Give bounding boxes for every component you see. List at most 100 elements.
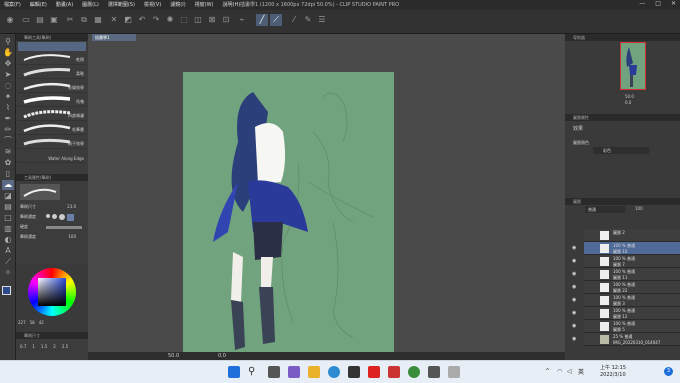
- ruler-tool-icon[interactable]: ⟋: [2, 257, 14, 267]
- drawing-canvas[interactable]: [183, 72, 394, 355]
- maximize-button[interactable]: □: [655, 0, 661, 7]
- wifi-icon[interactable]: ◠: [557, 368, 562, 375]
- youtube-icon[interactable]: [368, 366, 380, 378]
- redo-icon[interactable]: ↷: [150, 14, 162, 26]
- brush-item[interactable]: 四處噴灑: [18, 107, 86, 121]
- clock-time[interactable]: 上午 12:15: [600, 364, 626, 371]
- deselect-icon[interactable]: ⊠: [206, 14, 218, 26]
- edge-icon[interactable]: [328, 366, 340, 378]
- shape-option[interactable]: [52, 214, 57, 219]
- menu-layer[interactable]: 圖層(L): [82, 1, 99, 8]
- layer-item[interactable]: ◉ 100 % 普通 圖層 5: [572, 320, 680, 333]
- hardness-slider[interactable]: [46, 226, 82, 229]
- layer-item[interactable]: ◉ 100 % 普通 圖層 11: [572, 268, 680, 281]
- menu-help[interactable]: 說明(H): [223, 1, 241, 8]
- menu-window[interactable]: 視窗(W): [195, 1, 214, 8]
- clock-date[interactable]: 2022/3/10: [600, 372, 626, 378]
- menu-filter[interactable]: 濾鏡(I): [170, 1, 185, 8]
- grid-icon[interactable]: ☰: [316, 14, 328, 26]
- brush-item[interactable]: Water Along Edge: [18, 149, 86, 163]
- eye-icon[interactable]: ◉: [572, 323, 576, 329]
- prop-row-hardness[interactable]: 硬度: [20, 224, 86, 232]
- eye-icon[interactable]: ◉: [572, 258, 576, 264]
- zoom-readout[interactable]: 50.0: [168, 353, 179, 359]
- eye-icon[interactable]: ◉: [572, 310, 576, 316]
- menu-select[interactable]: 選擇範圍(S): [108, 1, 135, 8]
- shape-option[interactable]: [46, 214, 50, 218]
- eye-icon[interactable]: ◉: [572, 284, 576, 290]
- eye-icon[interactable]: ◉: [572, 297, 576, 303]
- pen-pressure-icon[interactable]: ✎: [302, 14, 314, 26]
- fill-tool-icon[interactable]: ◪: [2, 191, 14, 201]
- close-button[interactable]: ✕: [671, 0, 676, 7]
- gradient-tool-icon[interactable]: ▤: [2, 202, 14, 212]
- notification-badge[interactable]: 3: [664, 367, 673, 376]
- prop-value[interactable]: 23.0: [67, 204, 76, 209]
- ime-indicator[interactable]: 英: [578, 367, 584, 376]
- layer-item[interactable]: ◉ 100 % 普通 圖層 12: [572, 307, 680, 320]
- widgets-icon[interactable]: [288, 366, 300, 378]
- frame-tool-icon[interactable]: ▥: [2, 224, 14, 234]
- brush-item[interactable]: 乾燥效果: [18, 79, 86, 93]
- eye-icon[interactable]: ◉: [572, 271, 576, 277]
- brush-item[interactable]: 咕嚕: [18, 93, 86, 107]
- sub-tool-tab-selected[interactable]: [18, 42, 86, 51]
- balloon-tool-icon[interactable]: ◐: [2, 235, 14, 245]
- new-icon[interactable]: ▭: [20, 14, 32, 26]
- shape-option-selected[interactable]: [67, 214, 74, 221]
- menu-file[interactable]: 檔案(F): [4, 1, 21, 8]
- task-view-icon[interactable]: [268, 366, 280, 378]
- menu-view[interactable]: 檢視(V): [144, 1, 161, 8]
- zoom-tool-icon[interactable]: ⚲: [2, 37, 14, 47]
- eye-icon[interactable]: ◉: [572, 336, 576, 342]
- start-icon[interactable]: [228, 366, 240, 378]
- shape-option[interactable]: [59, 214, 65, 220]
- eraser-tool-icon[interactable]: ▯: [2, 169, 14, 179]
- app-icon[interactable]: [448, 366, 460, 378]
- volume-icon[interactable]: ◁: [567, 368, 572, 375]
- chrome-icon[interactable]: [408, 366, 420, 378]
- size-preset[interactable]: 2: [53, 344, 56, 349]
- decoration-tool-icon[interactable]: ✿: [2, 158, 14, 168]
- eyedropper-icon[interactable]: ⁄: [288, 14, 300, 26]
- brightness-value[interactable]: 42: [39, 320, 44, 325]
- navigator-angle[interactable]: 0.0: [625, 100, 631, 105]
- angle-readout[interactable]: 0.0: [218, 353, 226, 359]
- hue-value[interactable]: 227: [18, 320, 26, 325]
- snap-icon[interactable]: ⌁: [236, 14, 248, 26]
- magic-wand-icon[interactable]: ✦: [2, 92, 14, 102]
- blend-mode-select[interactable]: 普通: [585, 206, 625, 213]
- brush-item[interactable]: 乾擦: [18, 51, 86, 65]
- figure-tool-icon[interactable]: □: [2, 213, 14, 223]
- brush-shape-options[interactable]: [46, 214, 74, 221]
- navigator-thumbnail[interactable]: [620, 42, 646, 90]
- correct-line-tool-icon[interactable]: ✧: [2, 268, 14, 278]
- layer-item[interactable]: ◉ 100 % 普通 圖層 7: [572, 255, 680, 268]
- cut-icon[interactable]: ✂: [64, 14, 76, 26]
- minimize-button[interactable]: —: [639, 0, 645, 7]
- pencil-tool-icon[interactable]: ✏: [2, 125, 14, 135]
- store-icon[interactable]: [348, 366, 360, 378]
- brush-item[interactable]: 毛筆畫: [18, 121, 86, 135]
- file-explorer-icon[interactable]: [308, 366, 320, 378]
- spinner-icon[interactable]: ✺: [164, 14, 176, 26]
- move-tool-icon[interactable]: ✥: [2, 59, 14, 69]
- open-icon[interactable]: ▤: [34, 14, 46, 26]
- layer-item[interactable]: 圖層 2: [584, 229, 680, 242]
- layer-item[interactable]: ◉ 100 % 普通 圖層 22: [572, 281, 680, 294]
- prop-row-size[interactable]: 筆刷尺寸 23.0: [20, 204, 86, 212]
- object-tool-icon[interactable]: ➤: [2, 70, 14, 80]
- brush-item[interactable]: 刷子效果: [18, 135, 86, 149]
- clip-studio-icon[interactable]: [428, 366, 440, 378]
- pen-tool-icon[interactable]: ✒: [2, 114, 14, 124]
- layer-item-selected[interactable]: ◉ 100 % 普通 圖層 10: [572, 242, 680, 255]
- fill-icon[interactable]: ◩: [122, 14, 134, 26]
- transform-icon[interactable]: ⬚: [178, 14, 190, 26]
- color-square[interactable]: [38, 278, 66, 306]
- document-tab[interactable]: 插畫學1: [92, 34, 136, 41]
- blend-tool-icon[interactable]: ☁: [2, 180, 14, 190]
- layer-item[interactable]: ◉ 25 % 普通 IMG_20220310_014047: [572, 333, 680, 346]
- size-preset[interactable]: 2.5: [62, 344, 68, 349]
- lasso-tool-icon[interactable]: ◌: [2, 81, 14, 91]
- brush-tool-icon[interactable]: ⌒: [2, 136, 14, 146]
